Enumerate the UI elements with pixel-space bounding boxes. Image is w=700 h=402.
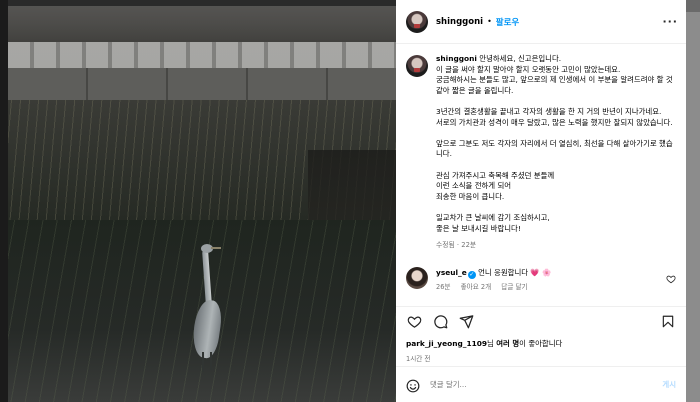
caption: shinggoni 안녕하세요, 신고은입니다. 이 글을 써야 할지 말아야 … [406,54,676,251]
author-username[interactable]: shinggoni [436,17,483,27]
emoji-icon[interactable] [406,378,420,392]
comment-text: 언니 응원합니다 💗 🌸 [478,267,552,277]
liked-by-others[interactable]: 여러 명 [496,339,519,348]
caption-line-0: shinggoni 안녕하세요, 신고은입니다. [436,54,562,63]
comment-item: yseul_e ✓ 언니 응원합니다 💗 🌸 26분 좋아요 2개 답글 달기 [406,266,676,293]
post-image [8,0,396,402]
comment-like-heart-icon[interactable] [666,274,676,287]
caption-username[interactable]: shinggoni [436,54,477,63]
share-icon[interactable] [458,313,474,329]
caption-line-9: 관심 가져주시고 축복해 주셨던 분들께 [436,170,555,180]
verified-badge-icon: ✓ [467,270,476,279]
background-page-edge [686,0,700,402]
header-separator: • [487,17,492,26]
comment-likes-count[interactable]: 좋아요 2개 [461,283,492,291]
liked-by-username[interactable]: park_ji_yeong_1109 [406,339,487,348]
author-avatar[interactable] [406,10,428,33]
more-options-icon[interactable]: ··· [662,15,678,28]
comment-reply-button[interactable]: 답글 달기 [501,283,527,291]
caption-line-10: 이런 소식을 전하게 되어 [436,181,512,191]
post-comment-button[interactable]: 게시 [662,379,676,390]
comment-time: 26분 [436,282,451,291]
caption-line-11: 죄송한 마음이 큽니다. [436,191,505,201]
comments-scroll-area[interactable]: shinggoni 안녕하세요, 신고은입니다. 이 글을 써야 할지 말아야 … [396,44,686,306]
caption-line-7: 앞으로 그분도 저도 각자의 자리에서 더 열심히, 최선을 다해 살아가기로 … [436,138,673,159]
caption-text: shinggoni 안녕하세요, 신고은입니다. 이 글을 써야 할지 말아야 … [436,54,676,251]
post-panel: shinggoni • 팔로우 ··· shinggoni 안녕하세요, 신고은… [396,0,686,402]
heart-icon[interactable] [406,313,422,329]
commenter-username[interactable]: yseul_e [436,268,467,277]
caption-avatar[interactable] [406,55,428,77]
post-actions: park_ji_yeong_1109님 여러 명이 좋아합니다 1시간 전 [396,306,686,366]
comment-composer: 댓글 달기... 게시 [396,366,686,402]
follow-button[interactable]: 팔로우 [496,16,519,28]
bookmark-icon[interactable] [660,313,676,329]
caption-line-4: 3년간의 결혼생활을 끝내고 각자의 생활을 한 지 거의 반년이 지나가네요. [436,106,662,116]
caption-line-2: 궁금해하시는 분들도 많고, 앞으로의 제 인생에서 이 부분을 알려드려야 할… [436,75,673,95]
caption-line-13: 일교차가 큰 날씨에 감기 조심하시고, [436,212,550,222]
likes-summary: park_ji_yeong_1109님 여러 명이 좋아합니다 [406,339,563,348]
post-header: shinggoni • 팔로우 ··· [396,0,686,44]
comment-icon[interactable] [432,313,448,329]
post-timestamp: 1시간 전 [406,355,431,363]
caption-line-5: 서로의 가치관과 성격이 매우 달랐고, 많은 노력을 했지만 잘되지 않았습니… [436,117,673,127]
comment-input[interactable]: 댓글 달기... [430,379,467,390]
caption-meta: 수정됨 · 22분 [436,241,477,250]
commenter-avatar[interactable] [406,266,428,289]
caption-line-1: 이 글을 써야 할지 말아야 할지 오랫동안 고민이 많았는데요. [436,64,621,74]
caption-line-14: 좋은 날 보내시길 바랍니다! [436,223,521,233]
